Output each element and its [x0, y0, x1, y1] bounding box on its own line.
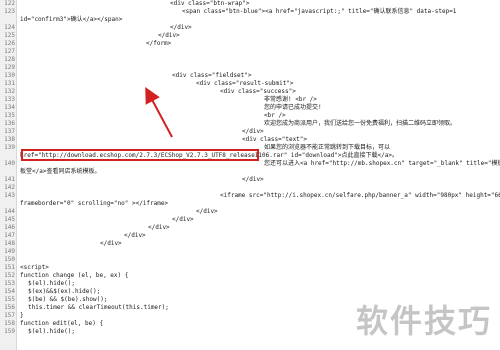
code-editor[interactable]: 122 <div class="btn-wrap"> 123 <span class=… [0, 0, 500, 350]
watermark-text: 软件技巧 [355, 302, 492, 340]
